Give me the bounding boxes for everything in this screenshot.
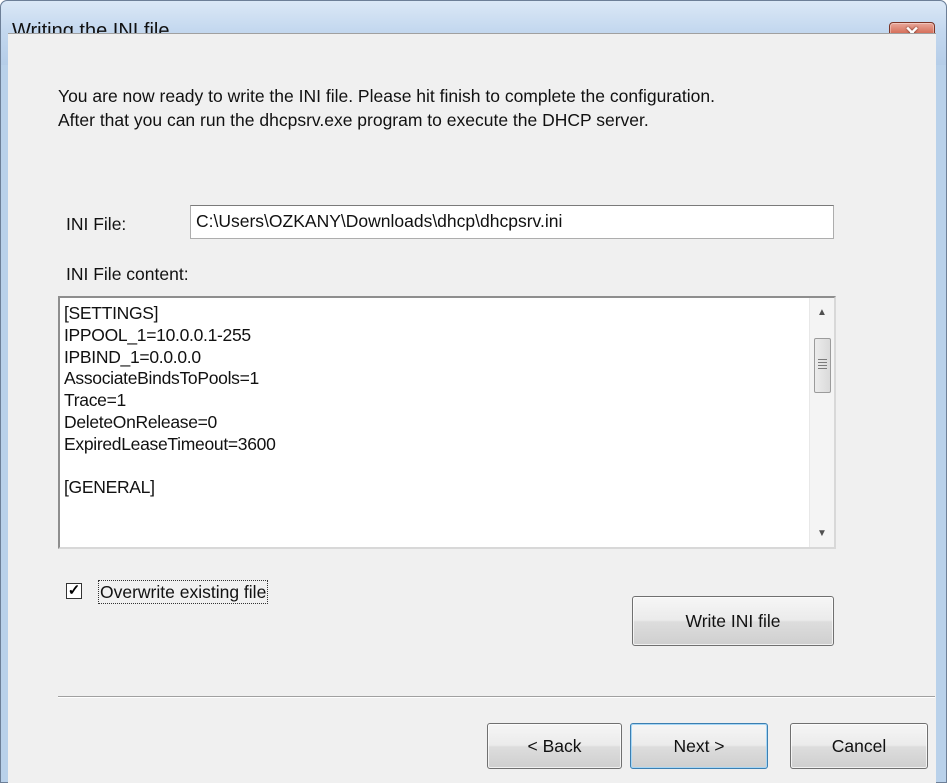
cancel-button[interactable]: Cancel bbox=[790, 723, 928, 769]
separator-line bbox=[58, 696, 935, 698]
ini-content-line: Trace=1 bbox=[64, 390, 126, 411]
ini-content-line: DeleteOnRelease=0 bbox=[64, 411, 217, 432]
ini-file-label: INI File: bbox=[66, 214, 127, 234]
vertical-scrollbar[interactable]: ▲ ▼ bbox=[809, 298, 834, 547]
scroll-down-arrow-icon[interactable]: ▼ bbox=[810, 528, 834, 539]
overwrite-checkbox[interactable]: ✓ bbox=[66, 583, 82, 599]
checkmark-icon: ✓ bbox=[67, 582, 81, 599]
ini-content-line: AssociateBindsToPools=1 bbox=[64, 368, 259, 389]
ini-content-line: ExpiredLeaseTimeout=3600 bbox=[64, 433, 276, 454]
ini-content-textarea[interactable]: [SETTINGS] IPPOOL_1=10.0.0.1-255 IPBIND_1=… bbox=[58, 296, 836, 549]
overwrite-label[interactable]: Overwrite existing file bbox=[98, 580, 269, 604]
back-button-label: < Back bbox=[527, 736, 582, 756]
scroll-up-arrow-icon[interactable]: ▲ bbox=[810, 307, 834, 318]
write-ini-button-label: Write INI file bbox=[685, 611, 781, 631]
cancel-button-label: Cancel bbox=[831, 736, 887, 756]
back-button[interactable]: < Back bbox=[487, 723, 622, 769]
ini-content-line: IPPOOL_1=10.0.0.1-255 bbox=[64, 324, 251, 345]
ini-content-line: [SETTINGS] bbox=[64, 303, 159, 323]
thumb-grip-icon bbox=[818, 359, 827, 371]
intro-line-1: You are now ready to write the INI file.… bbox=[58, 86, 715, 106]
next-button[interactable]: Next > bbox=[630, 723, 768, 769]
ini-content-label: INI File content: bbox=[66, 264, 189, 284]
ini-file-path-input[interactable]: C:\Users\OZKANY\Downloads\dhcp\dhcpsrv.i… bbox=[190, 205, 834, 239]
next-button-label: Next > bbox=[673, 736, 725, 756]
ini-content-line: [GENERAL] bbox=[64, 477, 155, 498]
intro-line-2: After that you can run the dhcpsrv.exe p… bbox=[58, 110, 649, 130]
ini-content-line bbox=[64, 456, 276, 478]
write-ini-button[interactable]: Write INI file bbox=[632, 596, 834, 646]
ini-content-line: IPBIND_1=0.0.0.0 bbox=[64, 346, 201, 367]
scrollbar-thumb[interactable] bbox=[814, 338, 831, 393]
intro-text: You are now ready to write the INI file.… bbox=[58, 84, 715, 132]
ini-content-lines: [SETTINGS] IPPOOL_1=10.0.0.1-255 IPBIND_1=… bbox=[64, 303, 276, 499]
